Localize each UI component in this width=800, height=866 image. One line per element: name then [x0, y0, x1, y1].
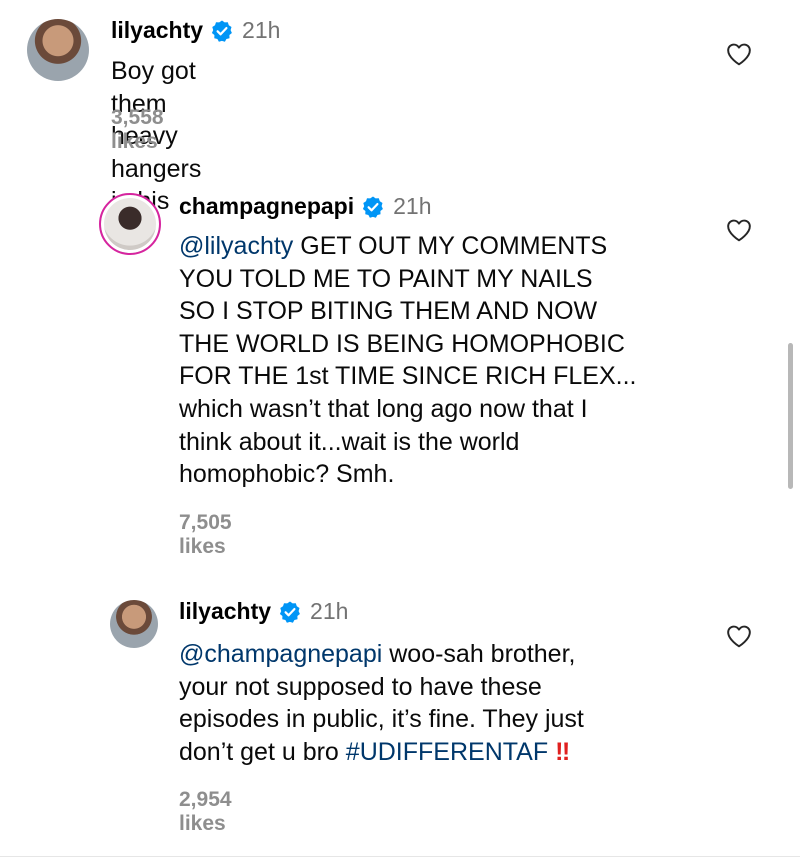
- scrollbar[interactable]: [788, 343, 793, 489]
- comment-text: @lilyachty GET OUT MY COMMENTS YOU TOLD …: [179, 230, 739, 491]
- heart-icon[interactable]: [726, 624, 752, 648]
- comment-text-line: SO I STOP BITING THEM AND NOW: [179, 297, 598, 326]
- comment-text-line: homophobic? Smh.: [179, 460, 395, 489]
- comment-text-line: YOU TOLD ME TO PAINT MY NAILS: [179, 264, 593, 293]
- timestamp: 21h: [393, 193, 432, 219]
- avatar[interactable]: [99, 193, 161, 255]
- comment-text-line: woo-sah brother,: [382, 640, 576, 668]
- likes-count[interactable]: 2,954 likes: [179, 788, 232, 836]
- comment-text-line: episodes in public, it’s fine. They just: [179, 705, 584, 734]
- avatar[interactable]: [27, 19, 89, 81]
- username[interactable]: lilyachty: [179, 598, 271, 625]
- comment-text-line: think about it...wait is the world: [179, 427, 520, 456]
- timestamp: 21h: [310, 598, 349, 624]
- double-exclamation-icon: ‼: [555, 737, 570, 766]
- comment-text-line: your not supposed to have these: [179, 672, 542, 701]
- comment-text-line: which wasn’t that long ago now that I: [179, 394, 588, 423]
- comment-text: @champagnepapi woo-sah brother, your not…: [179, 638, 739, 768]
- heart-icon[interactable]: [726, 42, 752, 66]
- username[interactable]: champagnepapi: [179, 193, 354, 220]
- verified-badge-icon: [211, 20, 232, 42]
- divider: [0, 856, 800, 857]
- avatar[interactable]: [110, 600, 158, 648]
- likes-count[interactable]: 3,558 likes: [111, 106, 164, 154]
- comment-text-line: THE WORLD IS BEING HOMOPHOBIC: [179, 329, 625, 358]
- heart-icon[interactable]: [726, 218, 752, 242]
- likes-count[interactable]: 7,505 likes: [179, 511, 232, 559]
- comment-text-line: FOR THE 1st TIME SINCE RICH FLEX...: [179, 362, 637, 391]
- comment-text-line: GET OUT MY COMMENTS: [293, 232, 608, 260]
- username[interactable]: lilyachty: [111, 17, 203, 44]
- mention-link[interactable]: @lilyachty: [179, 232, 293, 260]
- hashtag-link[interactable]: #UDIFFERENTAF: [346, 738, 548, 766]
- timestamp: 21h: [242, 17, 281, 43]
- comment-text-line: don’t get u bro: [179, 737, 346, 766]
- verified-badge-icon: [279, 601, 300, 623]
- mention-link[interactable]: @champagnepapi: [179, 640, 382, 668]
- verified-badge-icon: [363, 196, 384, 218]
